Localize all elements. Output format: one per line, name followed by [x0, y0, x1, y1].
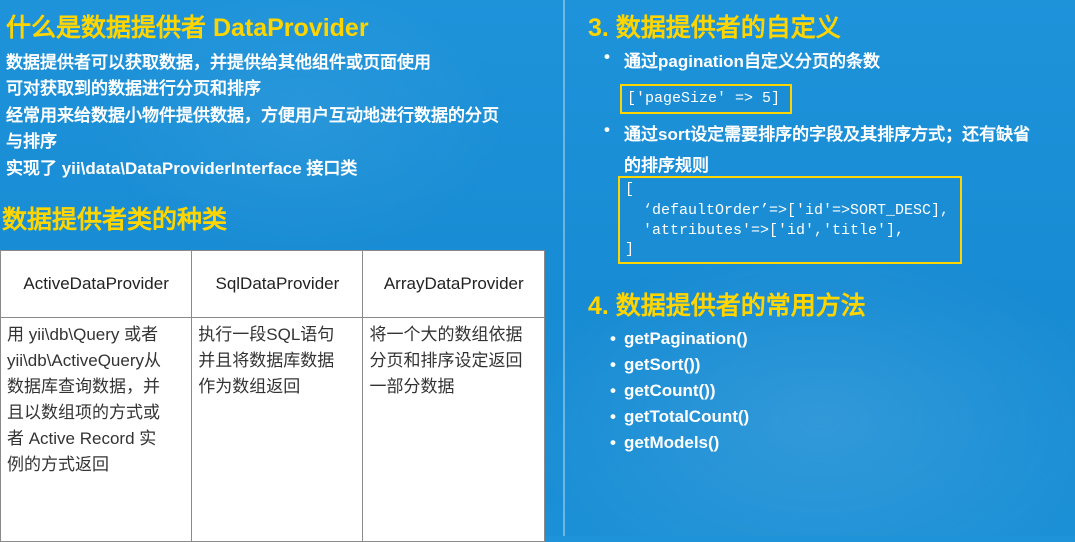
code-box-sort: [ ‘defaultOrder’=>['id'=>SORT_DESC], 'at… [618, 176, 962, 264]
types-title: 数据提供者类的种类 [2, 206, 228, 234]
cell-line: 将一个大的数组依据 [369, 325, 523, 344]
intro-line-2: 可对获取到的数据进行分页和排序 [6, 79, 261, 98]
bullet-icon: • [610, 355, 616, 374]
bullet-pagination: • 通过pagination自定义分页的条数 [604, 47, 880, 72]
method-name: getPagination() [623, 329, 748, 348]
list-item: • getPagination() [610, 329, 748, 349]
cell-sql-data-provider: 执行一段SQL语句 并且将数据库数据 作为数组返回 [191, 317, 364, 542]
cell-line: 且以数组项的方式或 [7, 403, 160, 422]
custom-section-title: 3. 数据提供者的自定义 [588, 14, 841, 42]
table-header-row: ActiveDataProvider SqlDataProvider Array… [0, 250, 545, 318]
list-item: • getSort()) [610, 355, 700, 375]
bullet-sort-line-2: 的排序规则 [624, 156, 709, 175]
cell-line: 作为数组返回 [198, 377, 301, 396]
list-item: • getTotalCount() [610, 407, 749, 427]
bullet-sort-line-1: 通过sort设定需要排序的字段及其排序方式；还有缺省 [624, 125, 1031, 144]
intro-line-1: 数据提供者可以获取数据，并提供给其他组件或页面使用 [6, 53, 431, 72]
cell-line: 执行一段SQL语句 [198, 325, 335, 344]
bullet-icon: • [610, 407, 616, 426]
cell-line: 数据库查询数据，并 [7, 377, 160, 396]
cell-line: 分页和排序设定返回 [369, 351, 523, 370]
bullet-icon: • [610, 329, 616, 348]
cell-line: yii\db\ActiveQuery从 [7, 351, 161, 370]
list-item: • getModels() [610, 433, 719, 453]
method-name: getTotalCount() [623, 407, 750, 426]
cell-array-data-provider: 将一个大的数组依据 分页和排序设定返回 一部分数据 [362, 317, 545, 542]
bullet-sort: • 通过sort设定需要排序的字段及其排序方式；还有缺省 的排序规则 [604, 120, 1069, 176]
method-name: getModels() [623, 433, 720, 452]
header-sql-data-provider: SqlDataProvider [191, 250, 364, 318]
cell-active-data-provider: 用 yii\db\Query 或者 yii\db\ActiveQuery从 数据… [0, 317, 193, 542]
header-array-data-provider: ArrayDataProvider [362, 250, 545, 318]
header-active-data-provider: ActiveDataProvider [0, 250, 193, 318]
cell-line: 并且将数据库数据 [198, 351, 335, 370]
code-line: ‘defaultOrder’=>['id'=>SORT_DESC], [625, 202, 950, 219]
bullet-icon: • [604, 47, 610, 66]
cell-line: 例的方式返回 [7, 455, 109, 474]
cell-line: 者 Active Record 实 [7, 429, 157, 448]
intro-line-3: 经常用来给数据小物件提供数据，方便用户互动地进行数据的分页 [6, 106, 499, 125]
intro-line-4: 与排序 [6, 132, 57, 151]
method-name: getCount()) [623, 381, 716, 400]
code-line: 'attributes'=>['id','title'], [625, 222, 905, 239]
code-line: ] [625, 241, 635, 258]
bullet-icon: • [610, 433, 616, 452]
code-line: [ [625, 181, 635, 198]
bullet-icon: • [604, 120, 610, 139]
provider-types-table: ActiveDataProvider SqlDataProvider Array… [0, 250, 545, 542]
code-box-pagination: ['pageSize' => 5] [620, 84, 792, 114]
code-line: ['pageSize' => 5] [627, 90, 781, 107]
table-row: 用 yii\db\Query 或者 yii\db\ActiveQuery从 数据… [0, 317, 545, 542]
methods-section-title: 4. 数据提供者的常用方法 [588, 292, 866, 320]
list-item: • getCount()) [610, 381, 716, 401]
cell-line: 一部分数据 [369, 377, 455, 396]
intro-line-5: 实现了 yii\data\DataProviderInterface 接口类 [6, 159, 358, 178]
column-divider [563, 0, 565, 536]
method-name: getSort()) [623, 355, 701, 374]
page-title: 什么是数据提供者 DataProvider [6, 14, 369, 42]
cell-line: 用 yii\db\Query 或者 [7, 325, 159, 344]
bullet-icon: • [610, 381, 616, 400]
bullet-pagination-text: 通过pagination自定义分页的条数 [624, 52, 880, 71]
